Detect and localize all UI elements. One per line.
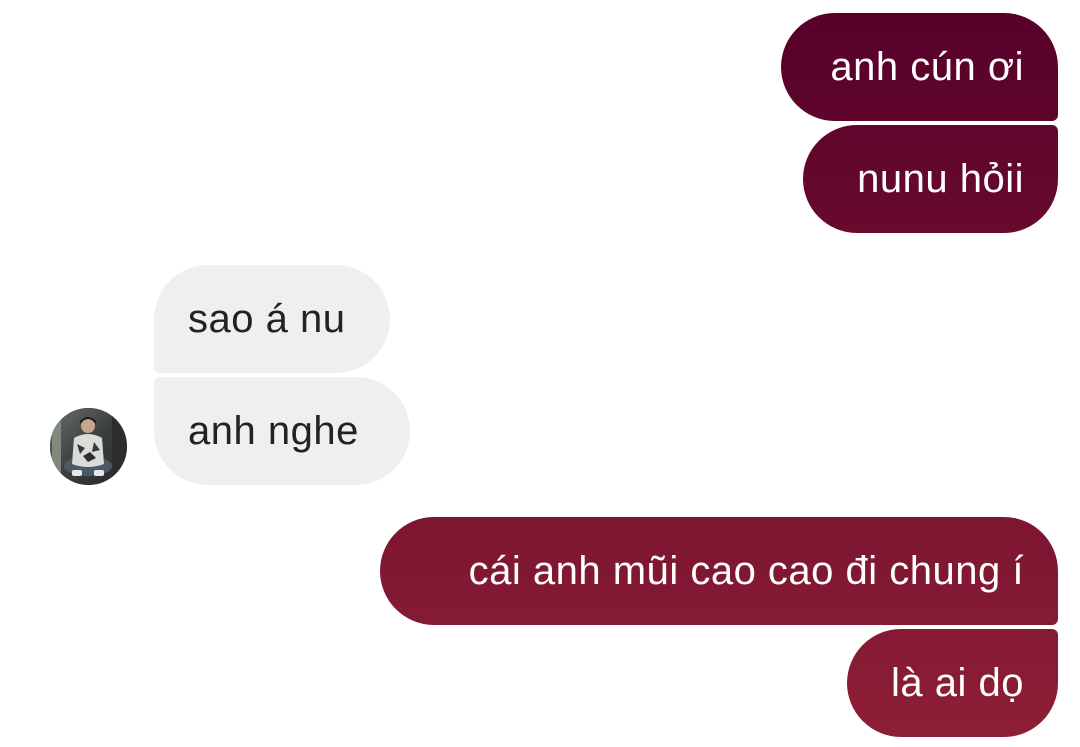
- incoming-message-bubble[interactable]: sao á nu: [154, 265, 390, 373]
- incoming-message-bubble[interactable]: anh nghe: [154, 377, 410, 485]
- message-text: anh cún ơi: [830, 44, 1024, 89]
- avatar-photo-icon: [50, 408, 127, 485]
- contact-avatar-icon[interactable]: [50, 408, 127, 485]
- message-text: là ai dọ: [891, 660, 1024, 705]
- message-text: cái anh mũi cao cao đi chung í: [468, 548, 1024, 593]
- message-text: anh nghe: [188, 408, 359, 453]
- outgoing-message-bubble[interactable]: là ai dọ: [847, 629, 1058, 737]
- outgoing-message-bubble[interactable]: cái anh mũi cao cao đi chung í: [380, 517, 1058, 625]
- message-text: sao á nu: [188, 296, 346, 341]
- message-text: nunu hỏii: [857, 156, 1024, 201]
- outgoing-message-bubble[interactable]: anh cún ơi: [781, 13, 1058, 121]
- chat-thread: anh cún ơi nunu hỏii sao á nu anh nghe c…: [0, 0, 1080, 747]
- outgoing-message-bubble[interactable]: nunu hỏii: [803, 125, 1058, 233]
